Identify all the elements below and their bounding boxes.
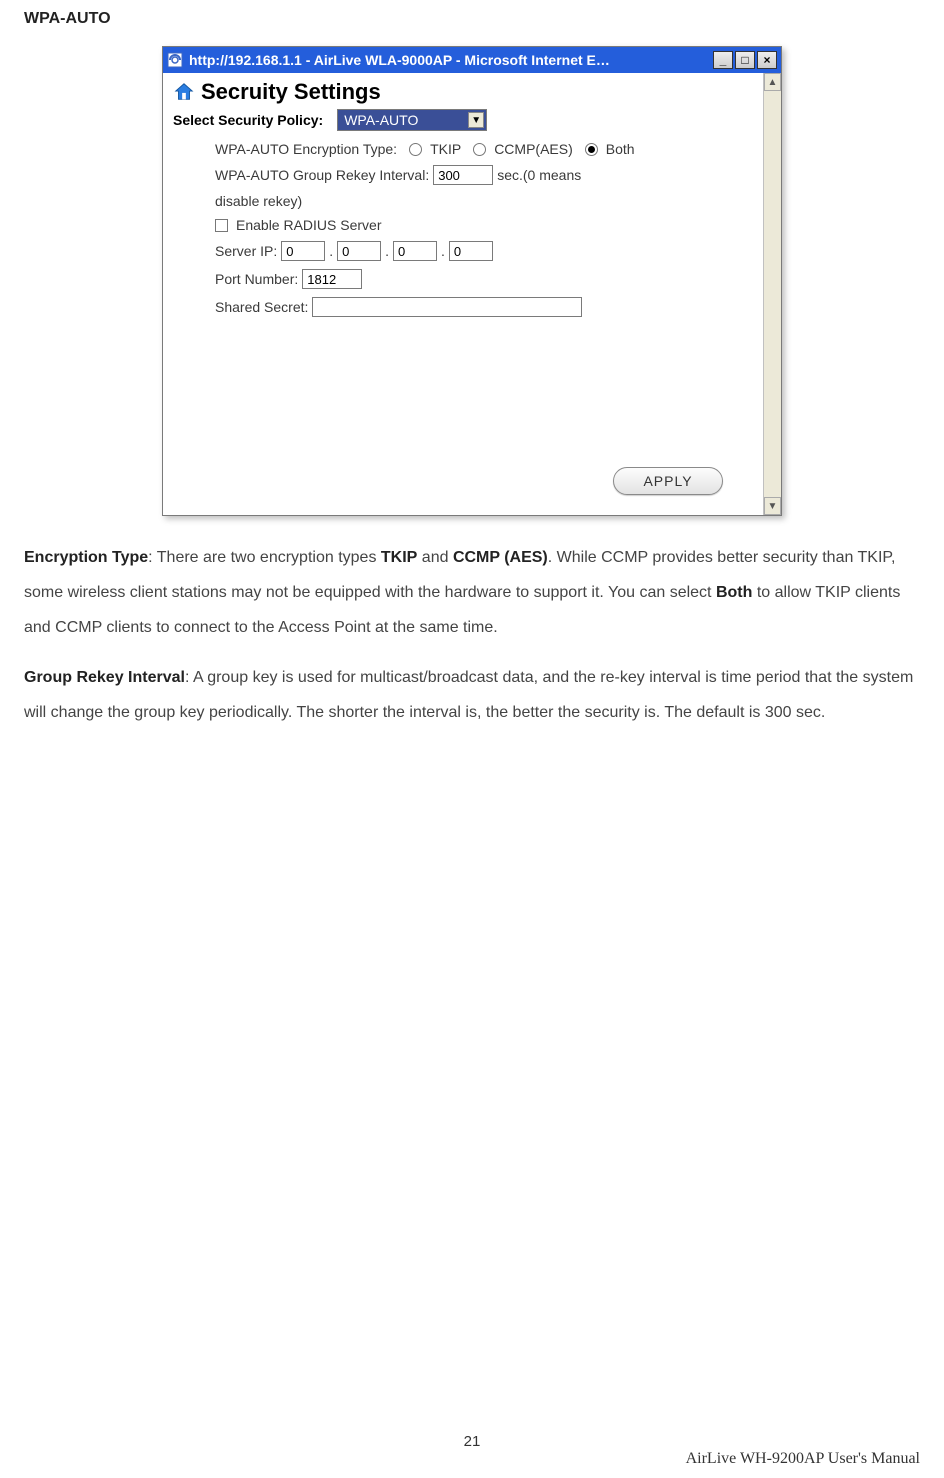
- radio-both[interactable]: [585, 143, 598, 156]
- shared-secret-label: Shared Secret:: [215, 299, 308, 315]
- server-ip-row: Server IP: . . .: [215, 241, 753, 261]
- shared-secret-input[interactable]: [312, 297, 582, 317]
- window-controls: _ □ ×: [713, 51, 777, 69]
- titlebar: http://192.168.1.1 - AirLive WLA-9000AP …: [163, 47, 781, 73]
- scroll-down-icon[interactable]: ▼: [764, 497, 781, 515]
- apply-button[interactable]: APPLY: [613, 467, 723, 495]
- policy-select-value: WPA-AUTO: [344, 112, 418, 128]
- radio-ccmp-label: CCMP(AES): [494, 141, 573, 157]
- window-title: http://192.168.1.1 - AirLive WLA-9000AP …: [189, 52, 713, 68]
- radio-both-label: Both: [606, 141, 635, 157]
- port-number-row: Port Number:: [215, 269, 753, 289]
- settings-heading-row: Secruity Settings: [173, 79, 753, 105]
- home-icon: [173, 81, 195, 103]
- maximize-button[interactable]: □: [735, 51, 755, 69]
- rekey-term: Group Rekey Interval: [24, 669, 185, 686]
- server-ip-2[interactable]: [337, 241, 381, 261]
- radio-ccmp[interactable]: [473, 143, 486, 156]
- rekey-interval-row: WPA-AUTO Group Rekey Interval: sec.(0 me…: [215, 165, 753, 185]
- enc-type-term: Encryption Type: [24, 549, 148, 566]
- enable-radius-row: Enable RADIUS Server: [215, 217, 753, 233]
- rekey-interval-input[interactable]: [433, 165, 493, 185]
- policy-label: Select Security Policy:: [173, 112, 323, 128]
- manual-title: AirLive WH-9200AP User's Manual: [686, 1450, 920, 1468]
- encryption-type-label: WPA-AUTO Encryption Type:: [215, 141, 397, 157]
- policy-select[interactable]: WPA-AUTO ▼: [337, 109, 487, 131]
- browser-window: http://192.168.1.1 - AirLive WLA-9000AP …: [162, 46, 782, 516]
- server-ip-3[interactable]: [393, 241, 437, 261]
- ie-icon: [167, 52, 183, 68]
- page-number: 21: [0, 1433, 944, 1450]
- section-heading: WPA-AUTO: [24, 10, 920, 28]
- enable-radius-checkbox[interactable]: [215, 219, 228, 232]
- port-number-input[interactable]: [302, 269, 362, 289]
- rekey-interval-row-2: disable rekey): [215, 193, 753, 209]
- chevron-down-icon: ▼: [468, 112, 484, 128]
- rekey-label: WPA-AUTO Group Rekey Interval:: [215, 167, 429, 183]
- server-ip-1[interactable]: [281, 241, 325, 261]
- body-text: Encryption Type: There are two encryptio…: [24, 540, 920, 730]
- shared-secret-row: Shared Secret:: [215, 297, 753, 317]
- rekey-unit: sec.(0 means: [497, 167, 581, 183]
- encryption-type-row: WPA-AUTO Encryption Type: TKIP CCMP(AES)…: [215, 141, 753, 157]
- server-ip-4[interactable]: [449, 241, 493, 261]
- rekey-note: disable rekey): [215, 193, 302, 209]
- scroll-up-icon[interactable]: ▲: [764, 73, 781, 91]
- settings-heading: Secruity Settings: [201, 79, 381, 105]
- enable-radius-label: Enable RADIUS Server: [236, 217, 382, 233]
- port-number-label: Port Number:: [215, 271, 298, 287]
- server-ip-label: Server IP:: [215, 243, 277, 259]
- scrollbar[interactable]: ▲ ▼: [763, 73, 781, 515]
- close-button[interactable]: ×: [757, 51, 777, 69]
- radio-tkip-label: TKIP: [430, 141, 461, 157]
- minimize-button[interactable]: _: [713, 51, 733, 69]
- radio-tkip[interactable]: [409, 143, 422, 156]
